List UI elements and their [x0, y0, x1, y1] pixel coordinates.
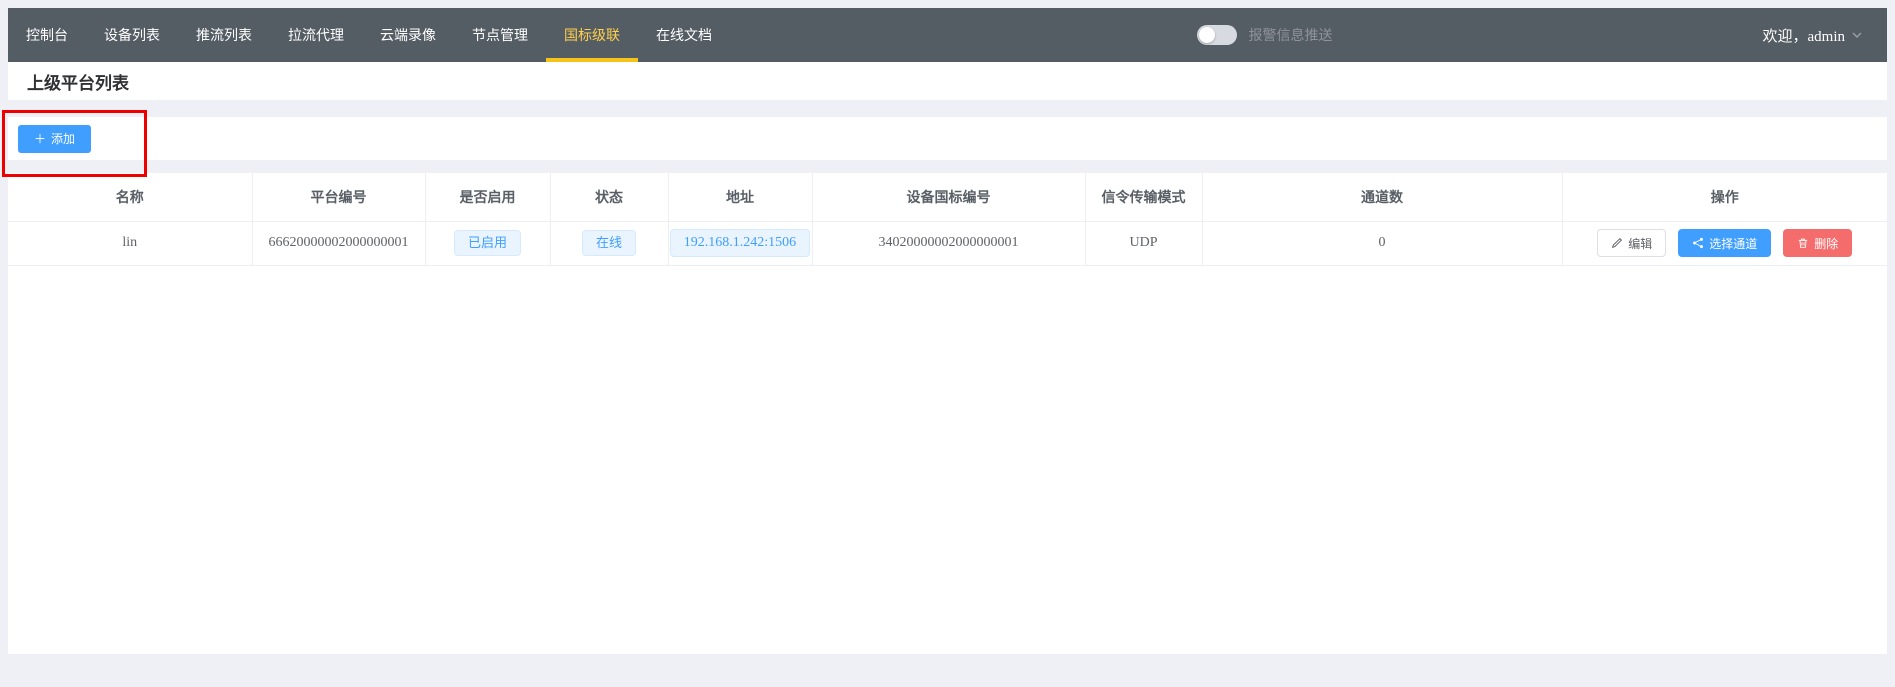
nav-item-node-manage[interactable]: 节点管理 — [454, 8, 546, 62]
spacer — [8, 100, 1887, 117]
alarm-push-group: 报警信息推送 — [1197, 8, 1333, 62]
nav-item-pull-proxy[interactable]: 拉流代理 — [270, 8, 362, 62]
nav-item-online-docs[interactable]: 在线文档 — [638, 8, 730, 62]
col-header-channel-count: 通道数 — [1202, 173, 1562, 221]
nav-item-device-list[interactable]: 设备列表 — [86, 8, 178, 62]
trash-icon — [1797, 237, 1809, 249]
spacer — [8, 160, 1887, 173]
platform-table: 名称 平台编号 是否启用 状态 地址 设备国标编号 信令传输模式 通道数 操作 … — [8, 173, 1887, 266]
col-header-name: 名称 — [8, 173, 252, 221]
plus-icon: ＋ — [34, 130, 46, 147]
user-menu[interactable]: 欢迎，admin — [1763, 8, 1888, 62]
welcome-text: 欢迎，admin — [1763, 25, 1846, 46]
share-icon — [1692, 237, 1704, 249]
table-row: lin 66620000002000000001 已启用 在线 192.168.… — [8, 221, 1887, 265]
nav-item-gb-cascade[interactable]: 国标级联 — [546, 8, 638, 62]
col-header-status: 状态 — [550, 173, 668, 221]
alarm-push-toggle[interactable] — [1197, 25, 1237, 45]
cell-actions: 编辑 选择通道 — [1562, 221, 1887, 265]
pencil-icon — [1611, 237, 1623, 249]
cell-status: 在线 — [550, 221, 668, 265]
cell-address: 192.168.1.242:1506 — [668, 221, 812, 265]
select-channel-button[interactable]: 选择通道 — [1678, 229, 1771, 257]
table-header-row: 名称 平台编号 是否启用 状态 地址 设备国标编号 信令传输模式 通道数 操作 — [8, 173, 1887, 221]
edit-button[interactable]: 编辑 — [1597, 229, 1666, 257]
add-button-label: 添加 — [51, 130, 75, 147]
edit-button-label: 编辑 — [1628, 235, 1652, 252]
toolbar: ＋ 添加 — [8, 117, 1887, 160]
nav-item-cloud-record[interactable]: 云端录像 — [362, 8, 454, 62]
top-nav: 控制台 设备列表 推流列表 拉流代理 云端录像 节点管理 国标级联 在线文档 报… — [8, 8, 1887, 62]
col-header-address: 地址 — [668, 173, 812, 221]
platform-table-card: 名称 平台编号 是否启用 状态 地址 设备国标编号 信令传输模式 通道数 操作 … — [8, 173, 1887, 654]
page-title: 上级平台列表 — [27, 69, 129, 94]
col-header-transport: 信令传输模式 — [1085, 173, 1202, 221]
cell-transport: UDP — [1085, 221, 1202, 265]
col-header-actions: 操作 — [1562, 173, 1887, 221]
col-header-device-gb-id: 设备国标编号 — [812, 173, 1085, 221]
cell-device-gb-id: 34020000002000000001 — [812, 221, 1085, 265]
nav-item-console[interactable]: 控制台 — [8, 8, 86, 62]
cell-name: lin — [8, 221, 252, 265]
delete-button-label: 删除 — [1814, 235, 1838, 252]
col-header-platform-id: 平台编号 — [252, 173, 425, 221]
chevron-down-icon — [1851, 29, 1863, 41]
enabled-badge: 已启用 — [454, 230, 521, 256]
cell-enabled: 已启用 — [425, 221, 550, 265]
alarm-push-label: 报警信息推送 — [1249, 25, 1333, 45]
title-bar: 上级平台列表 — [8, 62, 1887, 100]
cell-platform-id: 66620000002000000001 — [252, 221, 425, 265]
add-button[interactable]: ＋ 添加 — [18, 125, 91, 153]
app-shell: 控制台 设备列表 推流列表 拉流代理 云端录像 节点管理 国标级联 在线文档 报… — [8, 8, 1887, 654]
address-badge: 192.168.1.242:1506 — [670, 229, 810, 256]
status-badge: 在线 — [582, 230, 636, 256]
select-channel-label: 选择通道 — [1709, 235, 1757, 252]
col-header-enabled: 是否启用 — [425, 173, 550, 221]
cell-channel-count: 0 — [1202, 221, 1562, 265]
delete-button[interactable]: 删除 — [1783, 229, 1852, 257]
nav-item-push-list[interactable]: 推流列表 — [178, 8, 270, 62]
